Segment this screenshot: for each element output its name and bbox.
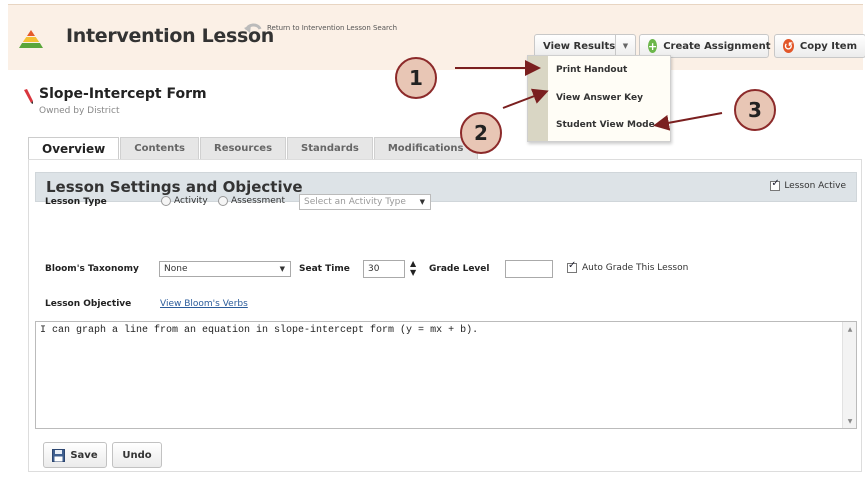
- menu-item-student-view-mode[interactable]: Student View Mode: [556, 120, 655, 130]
- callout-2: 2: [460, 112, 502, 154]
- section-header: Lesson Settings and Objective Lesson Act…: [35, 172, 857, 202]
- save-label[interactable]: Save: [70, 450, 97, 461]
- tab-resources[interactable]: Resources: [200, 137, 287, 159]
- assessment-radio[interactable]: [218, 196, 228, 206]
- lesson-name: Slope-Intercept Form: [39, 86, 207, 102]
- callout-3: 3: [734, 89, 776, 131]
- menu-item-view-answer-key[interactable]: View Answer Key: [556, 93, 643, 103]
- page-title: Intervention Lesson: [66, 25, 275, 47]
- view-results-menu: Print Handout View Answer Key Student Vi…: [527, 55, 671, 142]
- floppy-disk-icon: [52, 448, 66, 462]
- return-link[interactable]: Return to Intervention Lesson Search: [244, 21, 397, 37]
- return-arrow-icon: [244, 23, 262, 33]
- activity-type-select[interactable]: Select an Activity Type ▼: [299, 194, 431, 210]
- lesson-active-label: Lesson Active: [784, 181, 846, 191]
- seat-time-value: 30: [368, 264, 380, 274]
- pyramid-logo-icon: [19, 30, 43, 48]
- textarea-scrollbar[interactable]: ▲ ▼: [842, 322, 856, 428]
- assessment-radio-option[interactable]: Assessment: [218, 196, 285, 206]
- objective-text[interactable]: I can graph a line from an equation in s…: [40, 325, 478, 336]
- assessment-label: Assessment: [231, 196, 285, 206]
- overview-panel: Lesson Settings and Objective Lesson Act…: [28, 159, 862, 472]
- blooms-label: Bloom's Taxonomy: [45, 264, 139, 274]
- save-button[interactable]: Save: [43, 442, 107, 468]
- undo-label[interactable]: Undo: [122, 450, 151, 461]
- tab-overview[interactable]: Overview: [28, 137, 120, 160]
- blooms-value: None: [164, 264, 188, 274]
- grade-level-label: Grade Level: [429, 264, 490, 274]
- copy-circle-icon: ↺: [783, 39, 794, 53]
- return-link-text[interactable]: Return to Intervention Lesson Search: [267, 24, 397, 32]
- section-title: Lesson Settings and Objective: [46, 178, 303, 196]
- lesson-active-checkbox[interactable]: [770, 178, 781, 191]
- auto-grade-label: Auto Grade This Lesson: [582, 263, 689, 273]
- activity-radio-option[interactable]: Activity: [161, 196, 208, 206]
- page-header: Intervention Lesson Return to Interventi…: [8, 4, 865, 70]
- pencil-icon: [24, 89, 33, 104]
- seat-time-stepper[interactable]: ▲ ▼: [410, 259, 416, 277]
- lesson-owner: Owned by District: [39, 106, 120, 116]
- activity-label: Activity: [174, 196, 208, 206]
- lesson-active-toggle[interactable]: Lesson Active: [770, 178, 846, 191]
- grade-level-input[interactable]: [505, 260, 553, 278]
- chevron-down-icon[interactable]: ▼: [615, 35, 635, 57]
- blooms-verbs-link[interactable]: View Bloom's Verbs: [160, 299, 248, 309]
- copy-item-label[interactable]: Copy Item: [800, 41, 857, 52]
- page: Intervention Lesson Return to Interventi…: [0, 0, 865, 477]
- copy-item-button[interactable]: ↺ Copy Item: [774, 34, 865, 58]
- plus-circle-icon: +: [648, 39, 658, 53]
- tab-contents[interactable]: Contents: [120, 137, 199, 159]
- activity-type-placeholder: Select an Activity Type: [304, 197, 406, 207]
- auto-grade-checkbox[interactable]: [567, 260, 577, 273]
- menu-strip: [528, 56, 548, 141]
- menu-item-print-handout[interactable]: Print Handout: [556, 65, 627, 75]
- blooms-select[interactable]: None ▼: [159, 261, 291, 277]
- callout-1: 1: [395, 57, 437, 99]
- seat-time-label: Seat Time: [299, 264, 350, 274]
- tab-bar: Overview Contents Resources Standards Mo…: [28, 137, 479, 160]
- tab-standards[interactable]: Standards: [287, 137, 373, 159]
- auto-grade-toggle[interactable]: Auto Grade This Lesson: [567, 260, 689, 273]
- seat-time-input[interactable]: 30: [363, 260, 405, 278]
- scroll-down-icon[interactable]: ▼: [843, 414, 857, 428]
- create-assignment-label[interactable]: Create Assignment: [663, 41, 770, 52]
- objective-label: Lesson Objective: [45, 299, 132, 309]
- lesson-type-label: Lesson Type: [45, 197, 107, 207]
- undo-button[interactable]: Undo: [112, 442, 162, 468]
- view-results-label[interactable]: View Results: [543, 41, 615, 52]
- chevron-down-icon: ▼: [419, 198, 425, 206]
- activity-radio[interactable]: [161, 196, 171, 206]
- objective-textarea[interactable]: I can graph a line from an equation in s…: [35, 321, 857, 429]
- chevron-down-icon: ▼: [279, 265, 285, 273]
- scroll-up-icon[interactable]: ▲: [843, 322, 857, 336]
